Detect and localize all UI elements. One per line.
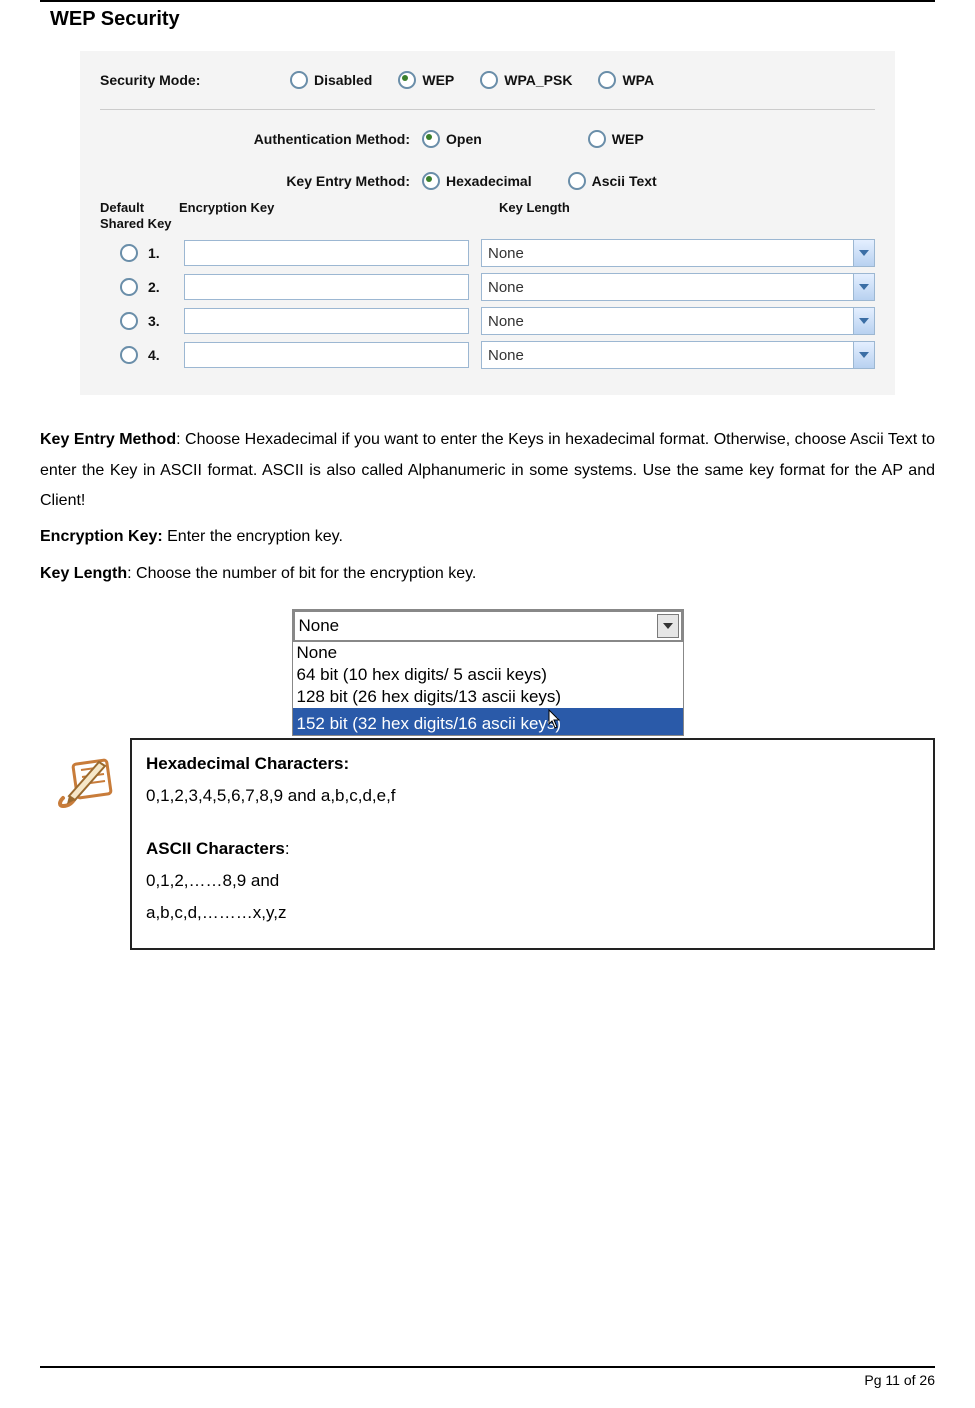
col-default-shared-key: Default Shared Key <box>100 200 175 231</box>
key-row-2: 2. None <box>100 273 875 301</box>
encryption-key-input-1[interactable] <box>184 240 469 266</box>
ascii-title: ASCII Characters <box>146 839 285 858</box>
select-value: None <box>488 313 524 330</box>
radio-auth-wep[interactable]: WEP <box>588 130 644 148</box>
radio-wpa[interactable]: WPA <box>598 71 654 89</box>
radio-label: WPA <box>622 72 654 88</box>
section-title: WEP Security <box>50 8 935 31</box>
select-value: None <box>488 245 524 262</box>
p3-text: : Choose the number of bit for the encry… <box>127 565 476 582</box>
dropdown-list: None 64 bit (10 hex digits/ 5 ascii keys… <box>293 641 683 735</box>
key-length-dropdown-demo: None None 64 bit (10 hex digits/ 5 ascii… <box>292 609 684 736</box>
default-key-radio-1[interactable] <box>120 244 138 262</box>
dropdown-selected: None <box>299 616 340 636</box>
default-key-radio-3[interactable] <box>120 312 138 330</box>
col-encryption-key: Encryption Key <box>175 200 489 231</box>
dropdown-option[interactable]: 128 bit (26 hex digits/13 ascii keys) <box>293 686 683 708</box>
key-entry-label: Key Entry Method: <box>100 173 422 189</box>
chevron-down-icon <box>853 274 874 300</box>
chevron-down-icon <box>853 342 874 368</box>
chevron-down-icon <box>853 308 874 334</box>
note-box: Hexadecimal Characters: 0,1,2,3,4,5,6,7,… <box>130 738 935 949</box>
col-key-length: Key Length <box>489 200 875 231</box>
radio-auth-open[interactable]: Open <box>422 130 482 148</box>
key-length-select-4[interactable]: None <box>481 341 875 369</box>
radio-label: Open <box>446 131 482 147</box>
key-row-1: 1. None <box>100 239 875 267</box>
ascii-colon: : <box>285 839 290 858</box>
row-num: 1. <box>148 245 178 261</box>
key-length-select-3[interactable]: None <box>481 307 875 335</box>
ascii-line1: 0,1,2,……8,9 and <box>146 865 919 897</box>
radio-wpa-psk[interactable]: WPA_PSK <box>480 71 572 89</box>
radio-label: WEP <box>422 72 454 88</box>
page-number: Pg 11 of 26 <box>864 1368 935 1388</box>
row-num: 2. <box>148 279 178 295</box>
dropdown-option[interactable]: 64 bit (10 hex digits/ 5 ascii keys) <box>293 664 683 686</box>
row-num: 3. <box>148 313 178 329</box>
radio-wep[interactable]: WEP <box>398 71 454 89</box>
p1-label: Key Entry Method <box>40 431 176 448</box>
radio-disabled[interactable]: Disabled <box>290 71 372 89</box>
radio-label: WEP <box>612 131 644 147</box>
key-row-4: 4. None <box>100 341 875 369</box>
radio-icon <box>290 71 308 89</box>
default-key-radio-4[interactable] <box>120 346 138 364</box>
radio-icon <box>598 71 616 89</box>
radio-ascii[interactable]: Ascii Text <box>568 172 657 190</box>
chevron-down-icon <box>853 240 874 266</box>
radio-icon <box>588 130 606 148</box>
hex-title: Hexadecimal Characters: <box>146 754 349 773</box>
paragraph-key-entry: Key Entry Method: Choose Hexadecimal if … <box>40 425 935 516</box>
chevron-down-icon <box>657 614 679 638</box>
radio-label: WPA_PSK <box>504 72 572 88</box>
paragraph-encryption-key: Encryption Key: Enter the encryption key… <box>40 522 935 552</box>
default-key-radio-2[interactable] <box>120 278 138 296</box>
radio-icon <box>422 172 440 190</box>
radio-icon <box>480 71 498 89</box>
dropdown-option[interactable]: None <box>293 642 683 664</box>
note-icon <box>40 738 130 812</box>
dropdown-option[interactable]: 152 bit (32 hex digits/16 ascii keys) <box>293 708 683 735</box>
key-length-select-2[interactable]: None <box>481 273 875 301</box>
radio-icon <box>422 130 440 148</box>
paragraph-key-length: Key Length: Choose the number of bit for… <box>40 559 935 589</box>
radio-icon <box>568 172 586 190</box>
p3-label: Key Length <box>40 565 127 582</box>
p2-label: Encryption Key: <box>40 528 163 545</box>
dropdown-closed[interactable]: None <box>293 610 683 641</box>
select-value: None <box>488 279 524 296</box>
p2-text: Enter the encryption key. <box>163 528 343 545</box>
row-num: 4. <box>148 347 178 363</box>
radio-hex[interactable]: Hexadecimal <box>422 172 532 190</box>
encryption-key-input-3[interactable] <box>184 308 469 334</box>
cursor-icon <box>548 709 562 734</box>
hex-values: 0,1,2,3,4,5,6,7,8,9 and a,b,c,d,e,f <box>146 780 919 812</box>
encryption-key-input-4[interactable] <box>184 342 469 368</box>
radio-icon <box>398 71 416 89</box>
auth-method-label: Authentication Method: <box>100 131 422 147</box>
radio-label: Hexadecimal <box>446 173 532 189</box>
encryption-key-input-2[interactable] <box>184 274 469 300</box>
radio-label: Ascii Text <box>592 173 657 189</box>
key-row-3: 3. None <box>100 307 875 335</box>
key-length-select-1[interactable]: None <box>481 239 875 267</box>
radio-label: Disabled <box>314 72 372 88</box>
security-mode-label: Security Mode: <box>100 72 290 88</box>
select-value: None <box>488 347 524 364</box>
wep-config-panel: Security Mode: Disabled WEP WPA_PSK WPA <box>80 51 895 395</box>
ascii-line2: a,b,c,d,………x,y,z <box>146 897 919 929</box>
option-label: 152 bit (32 hex digits/16 ascii keys) <box>297 714 562 733</box>
